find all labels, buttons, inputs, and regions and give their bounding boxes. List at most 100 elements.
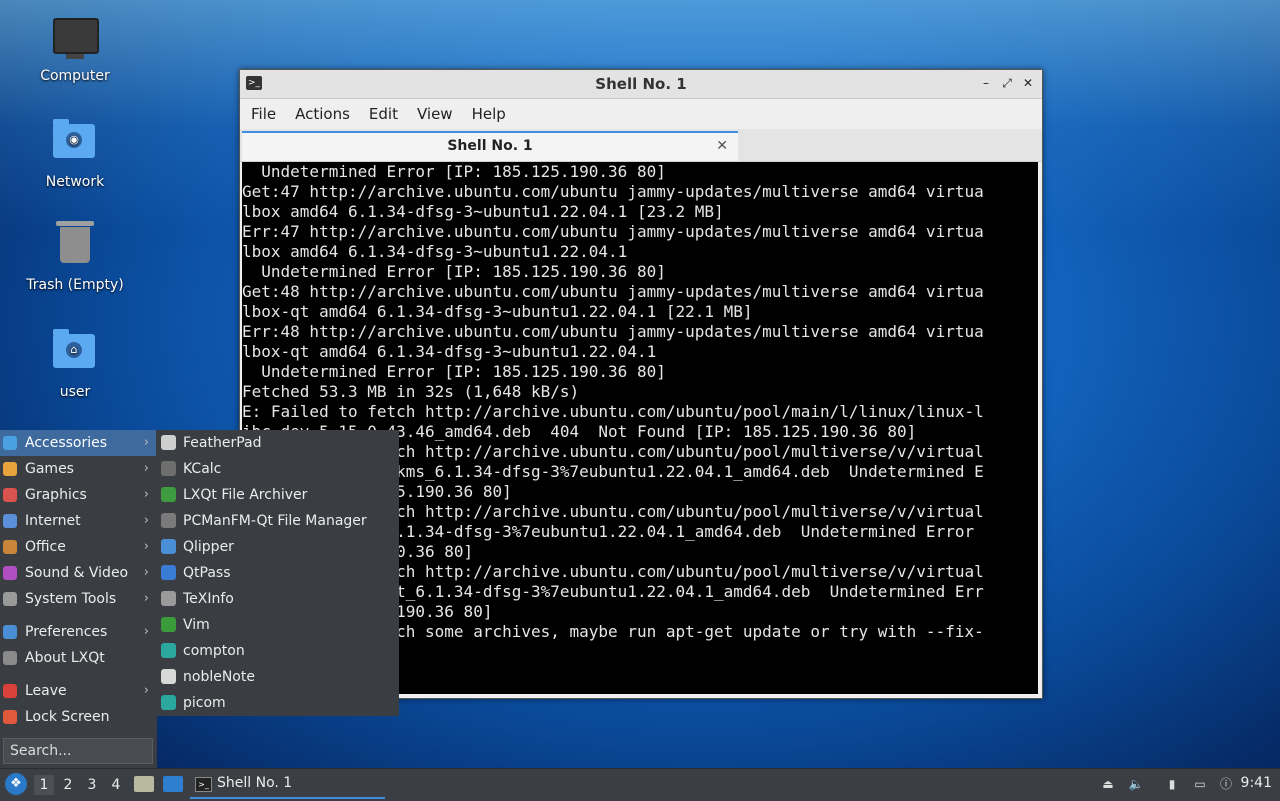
submenu-item-label: Vim (183, 617, 210, 633)
window-title: Shell No. 1 (595, 75, 687, 93)
network-status-icon[interactable]: ▭ (1191, 775, 1209, 793)
desktop-icon-label: user (59, 384, 91, 400)
submenu-item-texinfo[interactable]: TeXInfo (156, 586, 399, 612)
workspace-2[interactable]: 2 (58, 775, 78, 795)
submenu-item-qtpass[interactable]: QtPass (156, 560, 399, 586)
chevron-right-icon: › (143, 683, 149, 698)
chevron-right-icon: › (143, 591, 149, 606)
menu-item-leave[interactable]: Leave › (0, 678, 157, 704)
maximize-icon[interactable]: ⤢ (999, 75, 1015, 91)
submenu-item-vim[interactable]: Vim (156, 612, 399, 638)
eject-icon[interactable]: ⏏ (1099, 775, 1117, 793)
clock[interactable]: 9:41 (1241, 775, 1272, 791)
window-titlebar[interactable]: >_ Shell No. 1 – ⤢ ✕ (240, 70, 1042, 99)
menu-help[interactable]: Help (465, 105, 518, 123)
menu-search-input[interactable]: Search... (3, 738, 153, 764)
close-icon[interactable]: ✕ (1020, 75, 1036, 91)
submenu-item-compton[interactable]: compton (156, 638, 399, 664)
menu-item-office[interactable]: Office › (0, 534, 157, 560)
menu-item-label: Graphics (25, 487, 87, 503)
leave-icon (3, 684, 17, 698)
chevron-right-icon: › (143, 624, 149, 639)
menubar: File Actions Edit View Help (240, 99, 1042, 129)
task-label: Shell No. 1 (217, 775, 293, 791)
network-folder-icon: ◉ (53, 119, 97, 168)
picom-icon (161, 695, 176, 710)
chevron-right-icon: › (143, 513, 149, 528)
menu-view[interactable]: View (410, 105, 465, 123)
games-icon (3, 462, 17, 476)
menu-item-label: About LXQt (25, 650, 105, 666)
menu-item-games[interactable]: Games › (0, 456, 157, 482)
submenu-item-label: picom (183, 695, 226, 711)
system-tools-icon (3, 592, 17, 606)
menu-item-lock-screen[interactable]: Lock Screen (0, 704, 157, 730)
noblenote-icon (161, 669, 176, 684)
volume-icon[interactable]: 🔈 (1127, 775, 1145, 793)
terminal-line: lbox-qt amd64 6.1.34-dfsg-3~ubuntu1.22.0… (242, 302, 753, 321)
submenu-item-label: nobleNote (183, 669, 255, 685)
terminal-line: Err:48 http://archive.ubuntu.com/ubuntu … (242, 322, 984, 341)
menu-edit[interactable]: Edit (362, 105, 410, 123)
preferences-icon (3, 625, 17, 639)
minimize-icon[interactable]: – (978, 75, 994, 91)
desktop-icon-network[interactable]: ◉ Network (20, 118, 130, 190)
menu-item-accessories[interactable]: Accessories › (0, 430, 157, 456)
notification-icon[interactable]: ⓘ (1217, 775, 1235, 793)
terminal-line: lbox amd64 6.1.34-dfsg-3~ubuntu1.22.04.1… (242, 202, 724, 221)
workspace-4[interactable]: 4 (106, 775, 126, 795)
submenu-item-noblenote[interactable]: nobleNote (156, 664, 399, 690)
submenu-item-label: TeXInfo (183, 591, 234, 607)
chevron-right-icon: › (143, 539, 149, 554)
menu-item-graphics[interactable]: Graphics › (0, 482, 157, 508)
desktop-icon-label: Network (45, 174, 105, 190)
submenu-item-label: compton (183, 643, 245, 659)
trash-icon (53, 221, 97, 271)
tab-close-icon[interactable]: ✕ (716, 133, 728, 160)
accessories-icon (3, 436, 17, 450)
qlipper-icon (161, 539, 176, 554)
terminal-line: lbox amd64 6.1.34-dfsg-3~ubuntu1.22.04.1 (242, 242, 628, 261)
terminal-line: Undetermined Error [IP: 185.125.190.36 8… (242, 262, 666, 281)
submenu-item-lxqt-file-archiver[interactable]: LXQt File Archiver (156, 482, 399, 508)
about-icon (3, 651, 17, 665)
tab-bar: Shell No. 1 ✕ (240, 129, 1042, 162)
clipboard-icon[interactable]: ▮ (1163, 775, 1181, 793)
graphics-icon (3, 488, 17, 502)
menu-item-preferences[interactable]: Preferences › (0, 619, 157, 645)
submenu-item-kcalc[interactable]: KCalc (156, 456, 399, 482)
submenu-item-label: Qlipper (183, 539, 234, 555)
desktop-icon-trash[interactable]: Trash (Empty) (20, 221, 130, 293)
submenu-item-picom[interactable]: picom (156, 690, 399, 716)
terminal-line: lbox-qt amd64 6.1.34-dfsg-3~ubuntu1.22.0… (242, 342, 657, 361)
menu-item-about-lxqt[interactable]: About LXQt (0, 645, 157, 671)
menu-file[interactable]: File (244, 105, 288, 123)
submenu-item-pcmanfm-qt-file-manager[interactable]: PCManFM-Qt File Manager (156, 508, 399, 534)
terminal-line: Err:47 http://archive.ubuntu.com/ubuntu … (242, 222, 984, 241)
workspace-3[interactable]: 3 (82, 775, 102, 795)
tab-shell-1[interactable]: Shell No. 1 ✕ (242, 131, 738, 161)
vim-icon (161, 617, 176, 632)
tab-label: Shell No. 1 (447, 138, 533, 154)
menu-item-label: Office (25, 539, 66, 555)
menu-item-system-tools[interactable]: System Tools › (0, 586, 157, 612)
desktop-icon-label: Computer (40, 68, 110, 84)
workspace-1[interactable]: 1 (34, 775, 54, 795)
submenu-item-qlipper[interactable]: Qlipper (156, 534, 399, 560)
menu-actions[interactable]: Actions (288, 105, 362, 123)
accessories-submenu: FeatherPad KCalc LXQt File Archiver PCManFM… (156, 430, 399, 716)
taskbar-task-shell[interactable]: >_ Shell No. 1 (190, 771, 385, 799)
show-desktop-icon[interactable] (163, 776, 183, 792)
file-manager-launcher-icon[interactable] (134, 776, 154, 792)
menu-item-internet[interactable]: Internet › (0, 508, 157, 534)
compton-icon (161, 643, 176, 658)
desktop-icon-computer[interactable]: Computer (20, 18, 130, 84)
menu-item-sound-video[interactable]: Sound & Video › (0, 560, 157, 586)
start-menu-button[interactable]: ❖ (5, 773, 27, 795)
terminal-line: Get:48 http://archive.ubuntu.com/ubuntu … (242, 282, 984, 301)
sound-video-icon (3, 566, 17, 580)
submenu-item-featherpad[interactable]: FeatherPad (156, 430, 399, 456)
desktop-icon-user[interactable]: ⌂ user (20, 328, 130, 400)
terminal-line: Get:47 http://archive.ubuntu.com/ubuntu … (242, 182, 984, 201)
terminal-line: E: Failed to fetch http://archive.ubuntu… (242, 402, 984, 421)
